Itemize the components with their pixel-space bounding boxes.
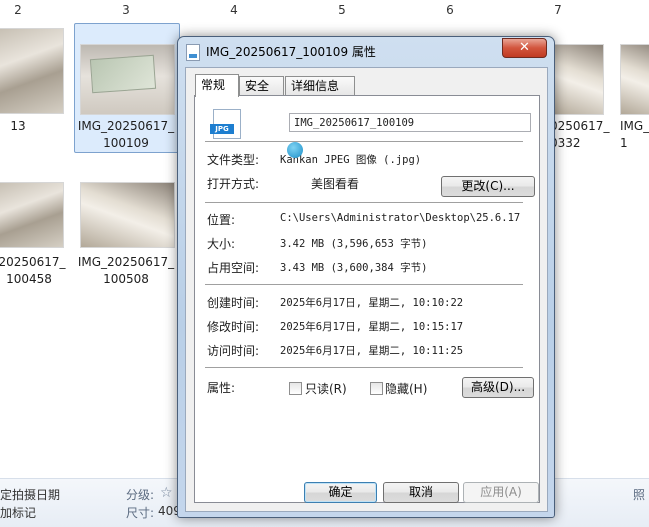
file-thumbnail[interactable] [0, 182, 64, 248]
file-thumbnail[interactable] [620, 44, 649, 115]
created-value: 2025年6月17日, 星期二, 10:10:22 [280, 297, 464, 309]
modified-value: 2025年6月17日, 星期二, 10:15:17 [280, 321, 464, 333]
disk-size-value: 3.43 MB (3,600,384 字节) [280, 262, 428, 274]
column-number: 4 [230, 3, 238, 17]
filename-field[interactable]: IMG_20250617_100109 [289, 113, 531, 132]
file-icon [186, 44, 200, 61]
file-label[interactable]: IMG_20250617_ 100109 [74, 118, 178, 152]
file-thumbnail[interactable] [552, 44, 604, 115]
column-number: 2 [14, 3, 22, 17]
divider [205, 202, 523, 203]
jpg-file-icon: JPG [210, 109, 241, 139]
column-number: 5 [338, 3, 346, 17]
dialog-client: 常规 安全 详细信息 JPG IMG_20250617_100109 文件类型:… [185, 67, 548, 512]
general-panel: JPG IMG_20250617_100109 文件类型: Kankan JPE… [194, 95, 540, 503]
size-label: 大小: [207, 237, 236, 251]
status-text: 照 [633, 488, 646, 502]
file-thumbnail[interactable] [80, 182, 175, 248]
tab-general[interactable]: 常规 [195, 74, 239, 97]
divider [205, 367, 523, 368]
accessed-label: 访问时间: [207, 344, 260, 358]
dialog-title: IMG_20250617_100109 属性 [206, 45, 376, 59]
column-number: 3 [122, 3, 130, 17]
accessed-value: 2025年6月17日, 星期二, 10:11:25 [280, 345, 464, 357]
divider [205, 284, 523, 285]
file-thumbnail[interactable] [80, 44, 175, 115]
apply-button[interactable]: 应用(A) [463, 482, 539, 503]
attributes-label: 属性: [207, 381, 236, 395]
open-with-value: 美图看看 [311, 177, 360, 191]
disk-size-label: 占用空间: [207, 261, 260, 275]
close-icon: ✕ [519, 40, 530, 55]
file-label[interactable]: _20250617_ 100458 [0, 254, 66, 288]
file-label[interactable]: 0250617_ 0332 [550, 118, 609, 152]
ok-button[interactable]: 确定 [304, 482, 377, 503]
location-value: C:\Users\Administrator\Desktop\25.6.17 [280, 212, 521, 224]
properties-dialog: IMG_20250617_100109 属性 ✕ 常规 安全 详细信息 JPG … [177, 36, 555, 518]
status-text[interactable]: 加标记 [0, 504, 36, 521]
file-thumbnail[interactable] [0, 28, 64, 114]
meitu-app-icon [287, 142, 303, 158]
hidden-checkbox[interactable] [370, 382, 383, 395]
file-label[interactable]: IMG_20250617_ 100508 [74, 254, 178, 288]
size-value: 3.42 MB (3,596,653 字节) [280, 238, 428, 250]
status-text[interactable]: 定拍摄日期 [0, 486, 60, 503]
file-label[interactable]: IMG_ 1 [620, 118, 649, 152]
file-label[interactable]: 13 [0, 118, 36, 135]
file-type-label: 文件类型: [207, 153, 260, 167]
star-icon[interactable]: ☆ [160, 485, 173, 501]
hidden-label[interactable]: 隐藏(H) [385, 380, 427, 397]
modified-label: 修改时间: [207, 320, 260, 334]
open-with-label: 打开方式: [207, 177, 260, 191]
tab-details[interactable]: 详细信息 [285, 76, 355, 96]
tab-security[interactable]: 安全 [239, 76, 284, 96]
column-number: 7 [554, 3, 562, 17]
column-number: 6 [446, 3, 454, 17]
rating-label: 分级: [126, 488, 155, 502]
title-bar[interactable]: IMG_20250617_100109 属性 ✕ [178, 37, 554, 65]
close-button[interactable]: ✕ [502, 38, 547, 58]
size-label: 尺寸: [126, 506, 155, 520]
advanced-button[interactable]: 高级(D)... [462, 377, 534, 398]
readonly-label[interactable]: 只读(R) [305, 380, 347, 397]
divider [205, 141, 523, 142]
location-label: 位置: [207, 213, 236, 227]
created-label: 创建时间: [207, 296, 260, 310]
change-button[interactable]: 更改(C)... [441, 176, 535, 197]
readonly-checkbox[interactable] [289, 382, 302, 395]
cancel-button[interactable]: 取消 [383, 482, 459, 503]
